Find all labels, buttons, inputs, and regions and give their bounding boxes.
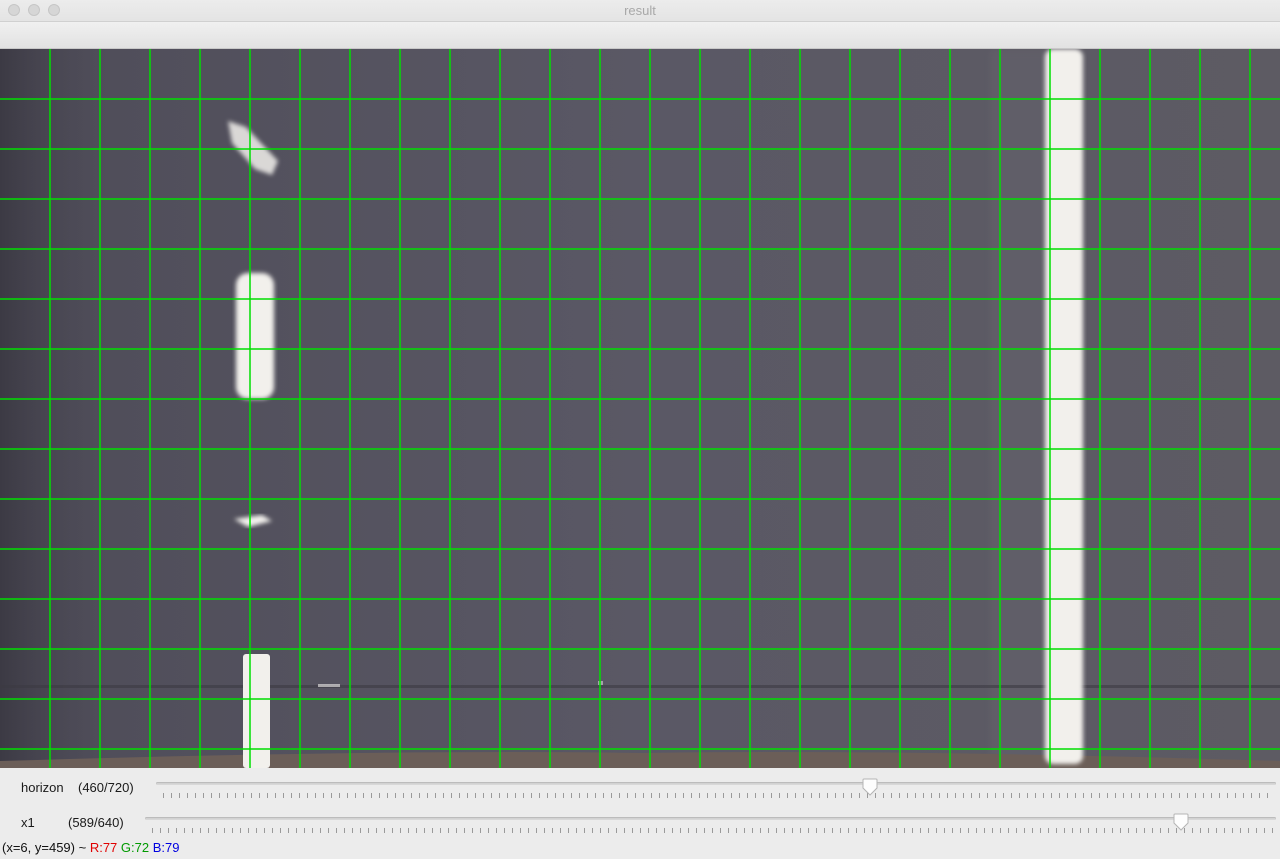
road-surface [0,49,1280,768]
trackbar-horizon: horizon (460/720) [0,770,1280,804]
slider-ticks [163,793,1275,798]
image-view[interactable] [0,49,1280,768]
lane-dash-4 [243,654,270,768]
window-title: result [624,3,656,18]
toolbar [0,22,1280,49]
trackbar-value: (589/640) [68,815,124,830]
trackbar-label: horizon [21,780,64,795]
slider-thumb[interactable] [862,778,878,796]
slider-thumb[interactable] [1173,813,1189,831]
trackbar-label: x1 [21,815,35,830]
road-speck-1 [318,684,340,687]
road-shoulder-shadow [0,49,120,768]
trackbar-value: (460/720) [78,780,134,795]
cursor-coords: (x=6, y=459) ~ [2,840,87,855]
pixel-green-value: G:72 [120,840,150,855]
title-bar: result [0,0,1280,22]
slider-track[interactable] [156,782,1276,785]
pixel-blue-value: B:79 [152,840,180,855]
road-seam [990,49,1050,768]
birds-eye-road-image [0,49,1280,768]
road-crack [0,685,1280,688]
lane-dash-2 [236,273,274,399]
slider-track[interactable] [145,817,1276,820]
status-bar: (x=6, y=459) ~ R:77 G:72 B:79 [2,840,179,855]
slider-ticks [152,828,1275,833]
pixel-red-value: R:77 [89,840,118,855]
trackbar-x1: x1 (589/640) [0,805,1280,839]
